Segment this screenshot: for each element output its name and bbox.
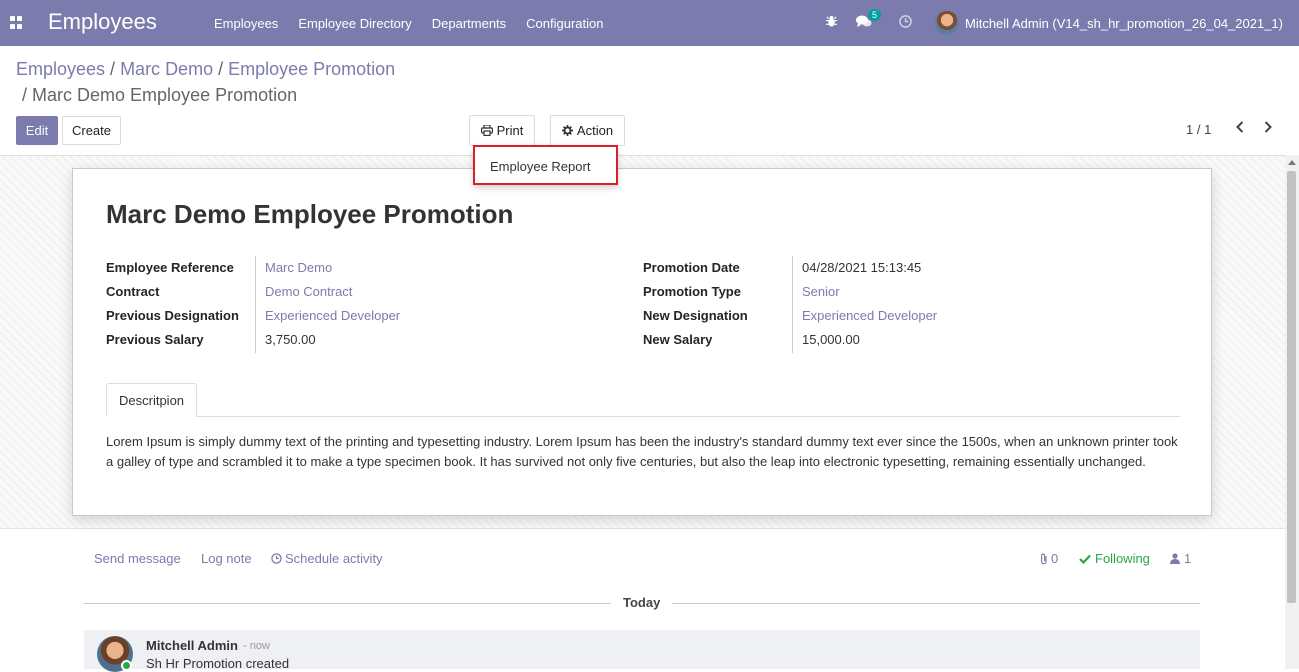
new-salary-value: 15,000.00 bbox=[802, 332, 860, 347]
breadcrumb-separator: / bbox=[218, 59, 224, 79]
employee-reference-value[interactable]: Marc Demo bbox=[265, 260, 332, 275]
breadcrumb: Employees / Marc Demo / Employee Promotion bbox=[16, 58, 395, 80]
promotion-date-value: 04/28/2021 15:13:45 bbox=[802, 260, 922, 275]
previous-salary-value: 3,750.00 bbox=[265, 332, 316, 347]
print-label: Print bbox=[496, 123, 524, 138]
print-icon bbox=[480, 125, 493, 136]
schedule-activity-link[interactable]: Schedule activity bbox=[271, 551, 383, 566]
clock-icon bbox=[271, 553, 282, 564]
gear-icon bbox=[561, 125, 573, 136]
followers-button[interactable]: 1 bbox=[1170, 551, 1191, 566]
action-dropdown-button[interactable]: Action bbox=[550, 115, 625, 146]
menu-employee-directory[interactable]: Employee Directory bbox=[288, 16, 421, 31]
edit-button[interactable]: Edit bbox=[16, 116, 58, 145]
promotion-date-label: Promotion Date bbox=[643, 260, 740, 275]
breadcrumb-employee-promotion[interactable]: Employee Promotion bbox=[228, 59, 395, 79]
contract-label: Contract bbox=[106, 284, 160, 299]
breadcrumb-separator: / bbox=[110, 59, 116, 79]
message-author[interactable]: Mitchell Admin bbox=[146, 638, 238, 653]
previous-designation-label: Previous Designation bbox=[106, 308, 239, 323]
new-salary-label: New Salary bbox=[643, 332, 713, 347]
message-date: - now bbox=[243, 640, 270, 652]
field-divider bbox=[255, 256, 256, 353]
apps-menu-icon[interactable] bbox=[10, 16, 23, 29]
online-status-dot bbox=[121, 660, 132, 671]
date-separator-line bbox=[672, 603, 1200, 604]
check-icon bbox=[1079, 554, 1091, 564]
employee-reference-label: Employee Reference bbox=[106, 260, 234, 275]
pager-next-icon[interactable] bbox=[1263, 120, 1273, 139]
form-sheet: Marc Demo Employee Promotion Employee Re… bbox=[72, 168, 1212, 516]
messages-count-badge: 5 bbox=[867, 9, 881, 21]
print-dropdown-menu: Employee Report bbox=[473, 145, 618, 185]
messaging-chat-icon[interactable]: 5 bbox=[856, 9, 881, 31]
scrollbar-thumb[interactable] bbox=[1287, 171, 1296, 603]
new-designation-value[interactable]: Experienced Developer bbox=[802, 308, 937, 323]
breadcrumb-separator: / bbox=[22, 85, 28, 105]
scroll-up-arrow-icon[interactable] bbox=[1288, 160, 1296, 165]
user-icon bbox=[1170, 553, 1180, 564]
promotion-type-value[interactable]: Senior bbox=[802, 284, 840, 299]
user-menu[interactable]: Mitchell Admin (V14_sh_hr_promotion_26_0… bbox=[935, 11, 1283, 35]
menu-employees[interactable]: Employees bbox=[204, 16, 288, 31]
schedule-activity-label: Schedule activity bbox=[285, 551, 383, 566]
date-separator-line bbox=[84, 603, 611, 604]
debug-bug-icon[interactable] bbox=[825, 15, 838, 31]
top-navbar: Employees Employees Employee Directory D… bbox=[0, 0, 1299, 46]
menu-configuration[interactable]: Configuration bbox=[516, 16, 613, 31]
date-separator-today: Today bbox=[623, 595, 661, 610]
systray: 5 Mitchell Admin (V14_sh_hr_promotion_26… bbox=[816, 0, 1299, 46]
activity-clock-icon[interactable] bbox=[899, 15, 912, 31]
send-message-link[interactable]: Send message bbox=[94, 551, 181, 566]
description-text: Lorem Ipsum is simply dummy text of the … bbox=[106, 434, 1178, 469]
top-menu: Employees Employee Directory Departments… bbox=[204, 0, 614, 46]
chatter-message: Mitchell Admin - now Sh Hr Promotion cre… bbox=[84, 630, 1200, 672]
breadcrumb-employees[interactable]: Employees bbox=[16, 59, 105, 79]
record-title: Marc Demo Employee Promotion bbox=[106, 199, 514, 229]
pager-value[interactable]: 1 / 1 bbox=[1186, 122, 1211, 137]
breadcrumb-marc-demo[interactable]: Marc Demo bbox=[120, 59, 213, 79]
attachments-button[interactable]: 0 bbox=[1039, 551, 1058, 566]
contract-value[interactable]: Demo Contract bbox=[265, 284, 352, 299]
user-name: Mitchell Admin (V14_sh_hr_promotion_26_0… bbox=[965, 15, 1283, 31]
previous-designation-value[interactable]: Experienced Developer bbox=[265, 308, 400, 323]
scrollbar[interactable] bbox=[1285, 155, 1299, 669]
following-button[interactable]: Following bbox=[1079, 551, 1150, 566]
menu-departments[interactable]: Departments bbox=[422, 16, 516, 31]
user-avatar bbox=[935, 11, 959, 35]
breadcrumb-current: / Marc Demo Employee Promotion bbox=[22, 85, 297, 106]
tab-description[interactable]: Descritpion bbox=[106, 383, 198, 417]
new-designation-label: New Designation bbox=[643, 308, 748, 323]
promotion-type-label: Promotion Type bbox=[643, 284, 741, 299]
followers-count: 1 bbox=[1184, 551, 1192, 566]
log-note-link[interactable]: Log note bbox=[201, 551, 252, 566]
print-dropdown-button[interactable]: Print bbox=[469, 115, 535, 146]
menu-item-employee-report[interactable]: Employee Report bbox=[490, 159, 590, 174]
following-label: Following bbox=[1095, 551, 1150, 566]
breadcrumb-current-label: Marc Demo Employee Promotion bbox=[32, 85, 298, 105]
paperclip-icon bbox=[1039, 553, 1049, 565]
tab-divider bbox=[106, 416, 1180, 417]
attachments-count: 0 bbox=[1051, 551, 1059, 566]
field-divider bbox=[792, 256, 793, 353]
action-label: Action bbox=[576, 123, 614, 138]
app-title[interactable]: Employees bbox=[48, 9, 157, 35]
pager-previous-icon[interactable] bbox=[1235, 120, 1245, 139]
previous-salary-label: Previous Salary bbox=[106, 332, 204, 347]
create-button[interactable]: Create bbox=[62, 116, 121, 145]
